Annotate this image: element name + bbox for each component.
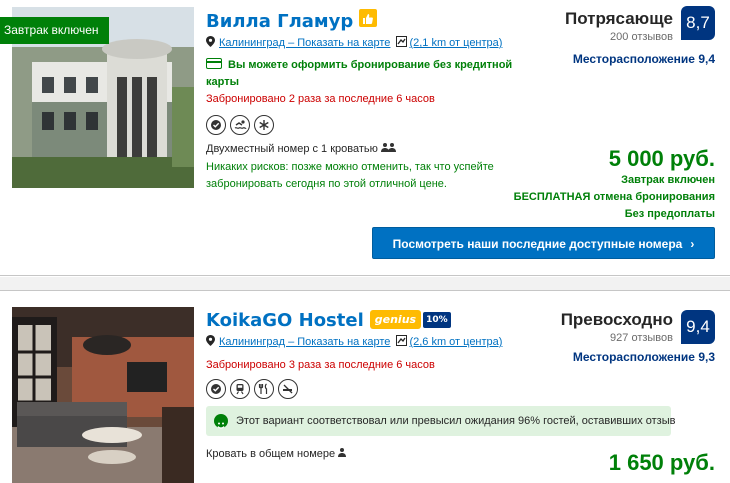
map-icon bbox=[396, 36, 408, 47]
hotel-card-villa-glamour[interactable]: Завтрак включен Вилла Гламур Калининград… bbox=[0, 0, 730, 276]
credit-card-icon bbox=[206, 58, 222, 69]
chevron-right-icon: › bbox=[690, 237, 695, 251]
hotel-name-link[interactable]: Вилла Гламур bbox=[206, 9, 378, 32]
hotel-photo[interactable] bbox=[12, 307, 194, 483]
two-guests-icon bbox=[380, 143, 396, 152]
check-shield-icon bbox=[206, 115, 226, 135]
recent-bookings-note: Забронировано 2 раза за последние 6 часо… bbox=[206, 93, 435, 105]
location-row: Калининград – Показать на карте (2,1 km о… bbox=[206, 36, 502, 49]
no-smoking-icon bbox=[278, 379, 298, 399]
single-guest-icon bbox=[338, 448, 347, 457]
hotel-name-link[interactable]: KoikaGO Hostel genius 10% bbox=[206, 310, 451, 331]
map-pin-icon bbox=[206, 335, 215, 346]
hotel-name[interactable]: Вилла Гламур bbox=[206, 11, 353, 32]
see-availability-button[interactable]: Посмотреть наши последние доступные номе… bbox=[372, 227, 715, 259]
hotel-name[interactable]: KoikaGO Hostel bbox=[206, 310, 364, 331]
hotel-card-koikago-hostel[interactable]: KoikaGO Hostel genius 10% Калининград – По… bbox=[0, 290, 730, 483]
listing-separator bbox=[0, 277, 730, 290]
breakfast-included-note: Завтрак включен bbox=[621, 174, 715, 186]
distance-from-center[interactable]: (2,6 km от центра) bbox=[409, 336, 502, 348]
map-icon bbox=[396, 335, 408, 346]
no-risk-note: Никаких рисков: позже можно отменить, та… bbox=[206, 161, 494, 190]
smiley-icon bbox=[214, 414, 228, 429]
show-on-map-link[interactable]: Калининград – Показать на карте bbox=[219, 37, 390, 49]
guest-expectations-note: Этот вариант соответствовал или превысил… bbox=[206, 406, 675, 436]
restaurant-icon bbox=[254, 379, 274, 399]
room-type: Кровать в общем номере bbox=[206, 448, 347, 460]
distance-from-center[interactable]: (2,1 km от центра) bbox=[409, 37, 502, 49]
facility-icons bbox=[206, 379, 298, 399]
price-notes: Завтрак включен БЕСПЛАТНАЯ отмена бронир… bbox=[514, 172, 715, 223]
location-row: Калининград – Показать на карте (2,6 km о… bbox=[206, 335, 502, 348]
location-score: Месторасположение 9,4 bbox=[572, 52, 715, 66]
pool-icon bbox=[230, 115, 250, 135]
map-pin-icon bbox=[206, 36, 215, 47]
free-cancellation-note: БЕСПЛАТНАЯ отмена бронирования bbox=[513, 191, 715, 203]
snowflake-icon bbox=[254, 115, 274, 135]
genius-badge[interactable]: genius bbox=[369, 310, 422, 329]
thumbs-up-icon bbox=[359, 9, 378, 27]
room-type: Двухместный номер с 1 кроватью bbox=[206, 143, 397, 155]
show-on-map-link[interactable]: Калининград – Показать на карте bbox=[219, 336, 390, 348]
no-credit-card-note: Вы можете оформить бронирование без кред… bbox=[206, 58, 513, 88]
train-icon bbox=[230, 379, 250, 399]
review-rating-word[interactable]: Превосходно bbox=[561, 310, 673, 330]
genius-discount-badge: 10% bbox=[423, 312, 451, 328]
recent-bookings-note: Забронировано 3 раза за последние 6 часо… bbox=[206, 359, 435, 371]
review-score-badge[interactable]: 9,4 bbox=[681, 310, 715, 344]
review-count[interactable]: 927 отзывов bbox=[610, 332, 673, 344]
price: 5 000 руб. bbox=[608, 146, 715, 171]
check-shield-icon bbox=[206, 379, 226, 399]
review-score-badge[interactable]: 8,7 bbox=[681, 6, 715, 40]
breakfast-ribbon: Завтрак включен bbox=[0, 17, 109, 44]
review-count[interactable]: 200 отзывов bbox=[610, 31, 673, 43]
price: 1 650 руб. bbox=[608, 450, 715, 475]
location-score: Месторасположение 9,3 bbox=[572, 350, 715, 364]
review-rating-word[interactable]: Потрясающе bbox=[565, 9, 673, 29]
no-prepayment-note: Без предоплаты bbox=[624, 208, 715, 220]
facility-icons bbox=[206, 115, 274, 135]
